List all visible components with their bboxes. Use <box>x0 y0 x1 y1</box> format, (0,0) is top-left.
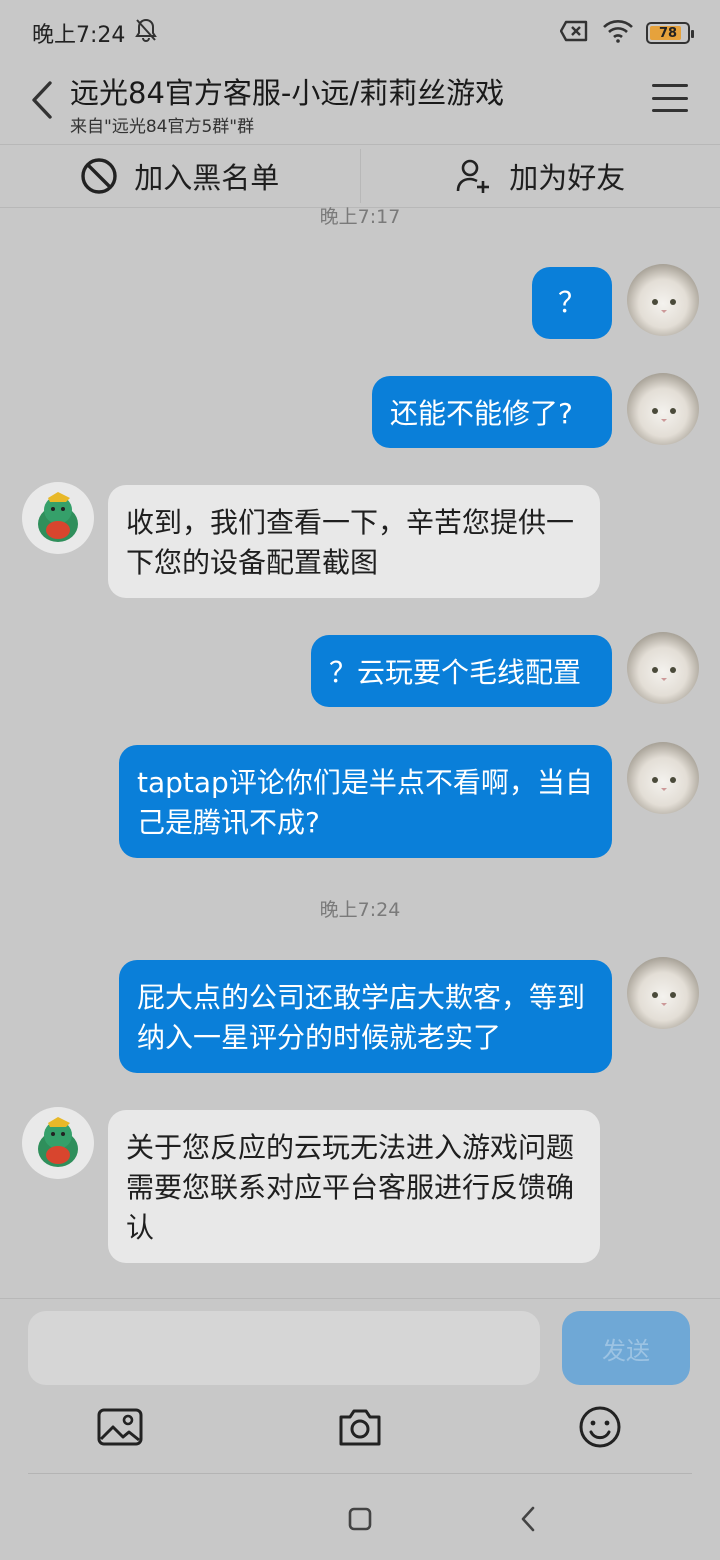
my-avatar[interactable] <box>627 957 699 1029</box>
message-input[interactable] <box>28 1311 540 1385</box>
send-button[interactable]: 发送 <box>562 1311 690 1385</box>
menu-icon-line <box>652 109 688 112</box>
service-avatar[interactable] <box>22 482 94 554</box>
message-timestamp: 晚上7:17 <box>319 206 401 228</box>
duck-mascot-icon <box>38 492 78 542</box>
my-avatar[interactable] <box>627 373 699 445</box>
message-bubble-outgoing[interactable]: ？ <box>532 267 612 339</box>
battery-cap <box>691 30 694 38</box>
add-user-icon <box>456 159 490 193</box>
message-bubble-outgoing[interactable]: taptap评论你们是半点不看啊，当自己是腾讯不成? <box>119 745 612 858</box>
divider <box>28 1473 692 1474</box>
duck-mascot-icon <box>38 1117 78 1167</box>
cat-avatar-icon <box>652 408 676 422</box>
status-right: 78 <box>559 19 694 47</box>
back-button[interactable] <box>22 76 62 124</box>
cat-avatar-icon <box>652 667 676 681</box>
message-bubble-outgoing[interactable]: ？云玩要个毛线配置 <box>311 635 612 707</box>
image-picker-button[interactable] <box>92 1399 148 1455</box>
message-bubble-outgoing[interactable]: 还能不能修了? <box>372 376 612 448</box>
cat-avatar-icon <box>652 777 676 791</box>
message-timestamp: 晚上7:24 <box>319 899 401 921</box>
add-friend-label: 加为好友 <box>509 161 626 195</box>
message-bubble-outgoing[interactable]: 屁大点的公司还敢学店大欺客，等到纳入一星评分的时候就老实了 <box>119 960 612 1073</box>
battery-level: 78 <box>658 25 678 41</box>
chat-subtitle: 来自"远光84官方5群"群 <box>70 117 255 137</box>
bell-off-icon <box>133 17 159 49</box>
message-bubble-incoming[interactable]: 关于您反应的云玩无法进入游戏问题需要您联系对应平台客服进行反馈确认 <box>108 1110 600 1263</box>
my-avatar[interactable] <box>627 632 699 704</box>
menu-icon <box>652 84 688 87</box>
smile-icon <box>579 1406 621 1448</box>
my-avatar[interactable] <box>627 742 699 814</box>
cat-avatar-icon <box>652 299 676 313</box>
wifi-icon <box>602 19 634 47</box>
sim-x-icon <box>559 19 590 47</box>
camera-button[interactable] <box>332 1399 388 1455</box>
battery-icon: 78 <box>646 22 694 44</box>
status-bar: 晚上7:24 78 <box>0 0 720 66</box>
image-icon <box>97 1408 143 1446</box>
square-icon <box>348 1507 372 1531</box>
menu-button[interactable] <box>650 80 690 116</box>
blacklist-button[interactable]: 加入黑名单 <box>0 145 360 207</box>
camera-icon <box>339 1409 381 1446</box>
status-time: 晚上7:24 <box>32 23 126 48</box>
service-avatar[interactable] <box>22 1107 94 1179</box>
action-bar: 加入黑名单 加为好友 <box>0 144 720 208</box>
chevron-left-icon <box>32 81 52 119</box>
message-bubble-incoming[interactable]: 收到，我们查看一下，辛苦您提供一下您的设备配置截图 <box>108 485 600 598</box>
status-left: 晚上7:24 <box>32 17 159 49</box>
cat-avatar-icon <box>652 992 676 1006</box>
menu-icon-line <box>652 96 688 100</box>
add-friend-button[interactable]: 加为好友 <box>361 145 720 207</box>
input-area: 发送 <box>0 1298 720 1560</box>
emoji-button[interactable] <box>572 1399 628 1455</box>
chat-title: 远光84官方客服-小远/莉莉丝游戏 <box>70 76 505 110</box>
chat-header: 远光84官方客服-小远/莉莉丝游戏 来自"远光84官方5群"群 <box>0 66 720 144</box>
blacklist-label: 加入黑名单 <box>134 161 280 195</box>
recent-apps-button[interactable] <box>340 1501 380 1537</box>
block-icon <box>81 158 117 194</box>
nav-back-icon <box>521 1506 535 1532</box>
my-avatar[interactable] <box>627 264 699 336</box>
nav-back-button[interactable] <box>508 1501 548 1537</box>
